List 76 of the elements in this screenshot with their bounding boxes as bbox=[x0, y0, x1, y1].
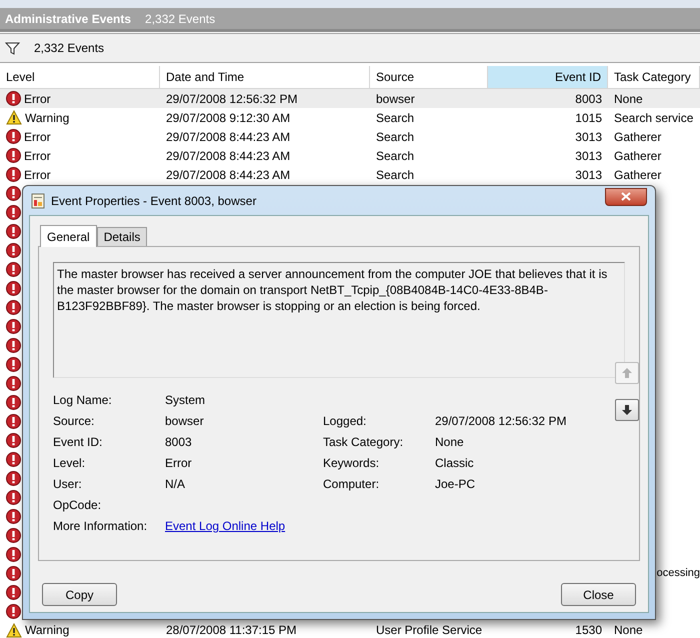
warning-icon bbox=[6, 622, 22, 638]
date-cell: 29/07/2008 12:56:32 PM bbox=[166, 92, 298, 106]
filter-icon[interactable] bbox=[5, 42, 20, 54]
field-label: OpCode: bbox=[53, 498, 102, 513]
dialog-button[interactable]: Copy bbox=[42, 583, 117, 606]
source-cell: Search bbox=[376, 168, 414, 182]
close-icon bbox=[621, 192, 631, 201]
panel-title: Administrative Events bbox=[5, 10, 132, 28]
task-category-cell-text: Gatherer bbox=[614, 148, 662, 164]
source-cell: Search bbox=[376, 110, 414, 124]
document-icon bbox=[31, 192, 45, 208]
event-id-cell: 3013 bbox=[575, 148, 602, 162]
field-value: Joe-PC bbox=[435, 477, 476, 491]
level-text: Warning bbox=[25, 110, 70, 126]
field-value: bowser bbox=[165, 414, 204, 428]
task-category-cell-text: None bbox=[614, 622, 643, 638]
event-id-cell: 1530 bbox=[575, 623, 602, 637]
task-category-cell-text: Search service bbox=[614, 110, 694, 126]
field-label: More Information: bbox=[53, 519, 148, 534]
event-id-cell: 1015 bbox=[575, 110, 602, 124]
field-label: Task Category: bbox=[323, 435, 404, 449]
date-cell: 29/07/2008 8:44:23 AM bbox=[166, 130, 290, 144]
source-cell: Search bbox=[376, 148, 414, 162]
field-label: Source: bbox=[53, 414, 96, 429]
error-icon bbox=[6, 148, 21, 163]
level-text: Error bbox=[24, 128, 51, 146]
field-value: N/A bbox=[165, 477, 186, 491]
event-id-cell: 3013 bbox=[575, 130, 602, 144]
field-label: Logged: bbox=[323, 414, 366, 428]
field-label: Event ID: bbox=[53, 435, 104, 450]
date-cell: 29/07/2008 8:44:23 AM bbox=[166, 168, 290, 182]
field-value: None bbox=[435, 435, 464, 449]
level-text: Error bbox=[24, 90, 51, 108]
error-icon bbox=[6, 129, 21, 144]
field-label: Keywords: bbox=[323, 456, 380, 470]
level-text: Error bbox=[24, 166, 51, 184]
close-button[interactable] bbox=[605, 188, 647, 206]
source-cell: bowser bbox=[376, 92, 415, 106]
field-label: Computer: bbox=[323, 477, 380, 491]
task-category-cell-text: ocessing bbox=[656, 566, 700, 582]
error-icon bbox=[6, 167, 21, 182]
event-description: The master browser has received a server announcement from the computer JOE that believes that it is the master browser for the domain on transport NetBT_Tcpip_{08B4084B-14C0-4E33-8B4B-B123F92BBF89}. The master browser is stopping or an election is being forced. bbox=[57, 266, 608, 314]
next-event-button[interactable] bbox=[615, 399, 639, 421]
date-cell: 29/07/2008 9:12:30 AM bbox=[166, 110, 290, 124]
down-arrow-icon bbox=[621, 404, 633, 416]
warning-icon bbox=[6, 110, 22, 125]
field-label: Log Name: bbox=[53, 393, 113, 408]
field-value: System bbox=[165, 393, 206, 407]
field-value: 8003 bbox=[165, 435, 192, 449]
field-label: Level: bbox=[53, 456, 86, 471]
help-link[interactable]: Event Log Online Help bbox=[165, 519, 286, 533]
date-cell: 29/07/2008 8:44:23 AM bbox=[166, 148, 290, 162]
up-arrow-icon bbox=[621, 367, 633, 379]
event-id-cell: 8003 bbox=[575, 92, 602, 106]
column-header[interactable]: Event ID bbox=[488, 66, 608, 88]
event-id-cell: 3013 bbox=[575, 168, 602, 182]
dialog-tab[interactable]: Details bbox=[96, 227, 148, 246]
field-value: Error bbox=[165, 456, 192, 470]
source-cell: Search bbox=[376, 130, 414, 144]
field-value: Classic bbox=[435, 456, 474, 470]
dialog-tab[interactable]: General bbox=[40, 225, 97, 247]
task-category-cell-text: Gatherer bbox=[614, 128, 662, 146]
field-label: User: bbox=[53, 477, 83, 492]
dialog-button[interactable]: Close bbox=[561, 583, 636, 606]
event-count: 2,332 Events bbox=[34, 40, 104, 57]
level-text: Warning bbox=[25, 622, 70, 638]
dialog-title: Event Properties - Event 8003, bowser bbox=[51, 192, 256, 210]
field-value: 29/07/2008 12:56:32 PM bbox=[435, 414, 566, 428]
date-cell: 28/07/2008 11:37:15 PM bbox=[166, 623, 297, 637]
event-row[interactable]: Error 29/07/2008 12:56:32 PM bowser 8003 None bbox=[0, 89, 700, 108]
source-cell: User Profile Service bbox=[376, 623, 482, 637]
task-category-cell-text: None bbox=[614, 90, 643, 108]
level-text: Error bbox=[24, 148, 51, 164]
error-icon bbox=[6, 91, 21, 106]
task-category-cell-text: Gatherer bbox=[614, 166, 662, 184]
panel-count: 2,332 Events bbox=[145, 10, 216, 28]
